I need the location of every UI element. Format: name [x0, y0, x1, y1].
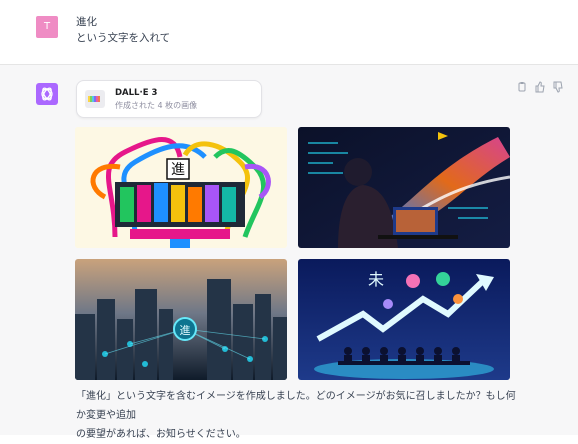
generated-image-4[interactable]: 未 [298, 259, 510, 380]
assistant-reply: 「進化」という文字を含むイメージを作成しました。どのイメージがお気に召しましたか… [76, 387, 516, 444]
thumbs-up-icon[interactable] [534, 81, 546, 93]
user-message: 進化 という文字を入れて [76, 14, 170, 46]
dalle-card[interactable]: DALL·E 3 作成された 4 枚の画像 [76, 80, 262, 118]
user-message-line-1: 進化 [76, 16, 97, 28]
image-1-glyph: 進 [171, 162, 185, 178]
dalle-thumbnail [85, 90, 105, 108]
message-actions [516, 81, 564, 93]
generated-image-2[interactable] [298, 127, 510, 248]
user-avatar: T [36, 16, 58, 38]
user-message-row: T 進化 という文字を入れて [0, 0, 578, 65]
openai-logo-icon [36, 83, 58, 105]
user-message-line-2: という文字を入れて [76, 32, 171, 44]
thumbs-down-icon[interactable] [552, 81, 564, 93]
card-title: DALL·E 3 [115, 88, 158, 98]
assistant-message-row: DALL·E 3 作成された 4 枚の画像 進 進 未 「進化」という文字を含む… [0, 65, 578, 440]
generated-image-1[interactable]: 進 [75, 127, 287, 248]
card-subtitle: 作成された 4 枚の画像 [115, 101, 198, 110]
generated-image-3[interactable]: 進 [75, 259, 287, 380]
image-3-glyph: 進 [180, 324, 191, 337]
image-4-glyph: 未 [368, 270, 384, 289]
reply-line-1: 「進化」という文字を含むイメージを作成しました。どのイメージがお気に召しましたか… [76, 391, 516, 421]
copy-icon[interactable] [516, 81, 528, 93]
